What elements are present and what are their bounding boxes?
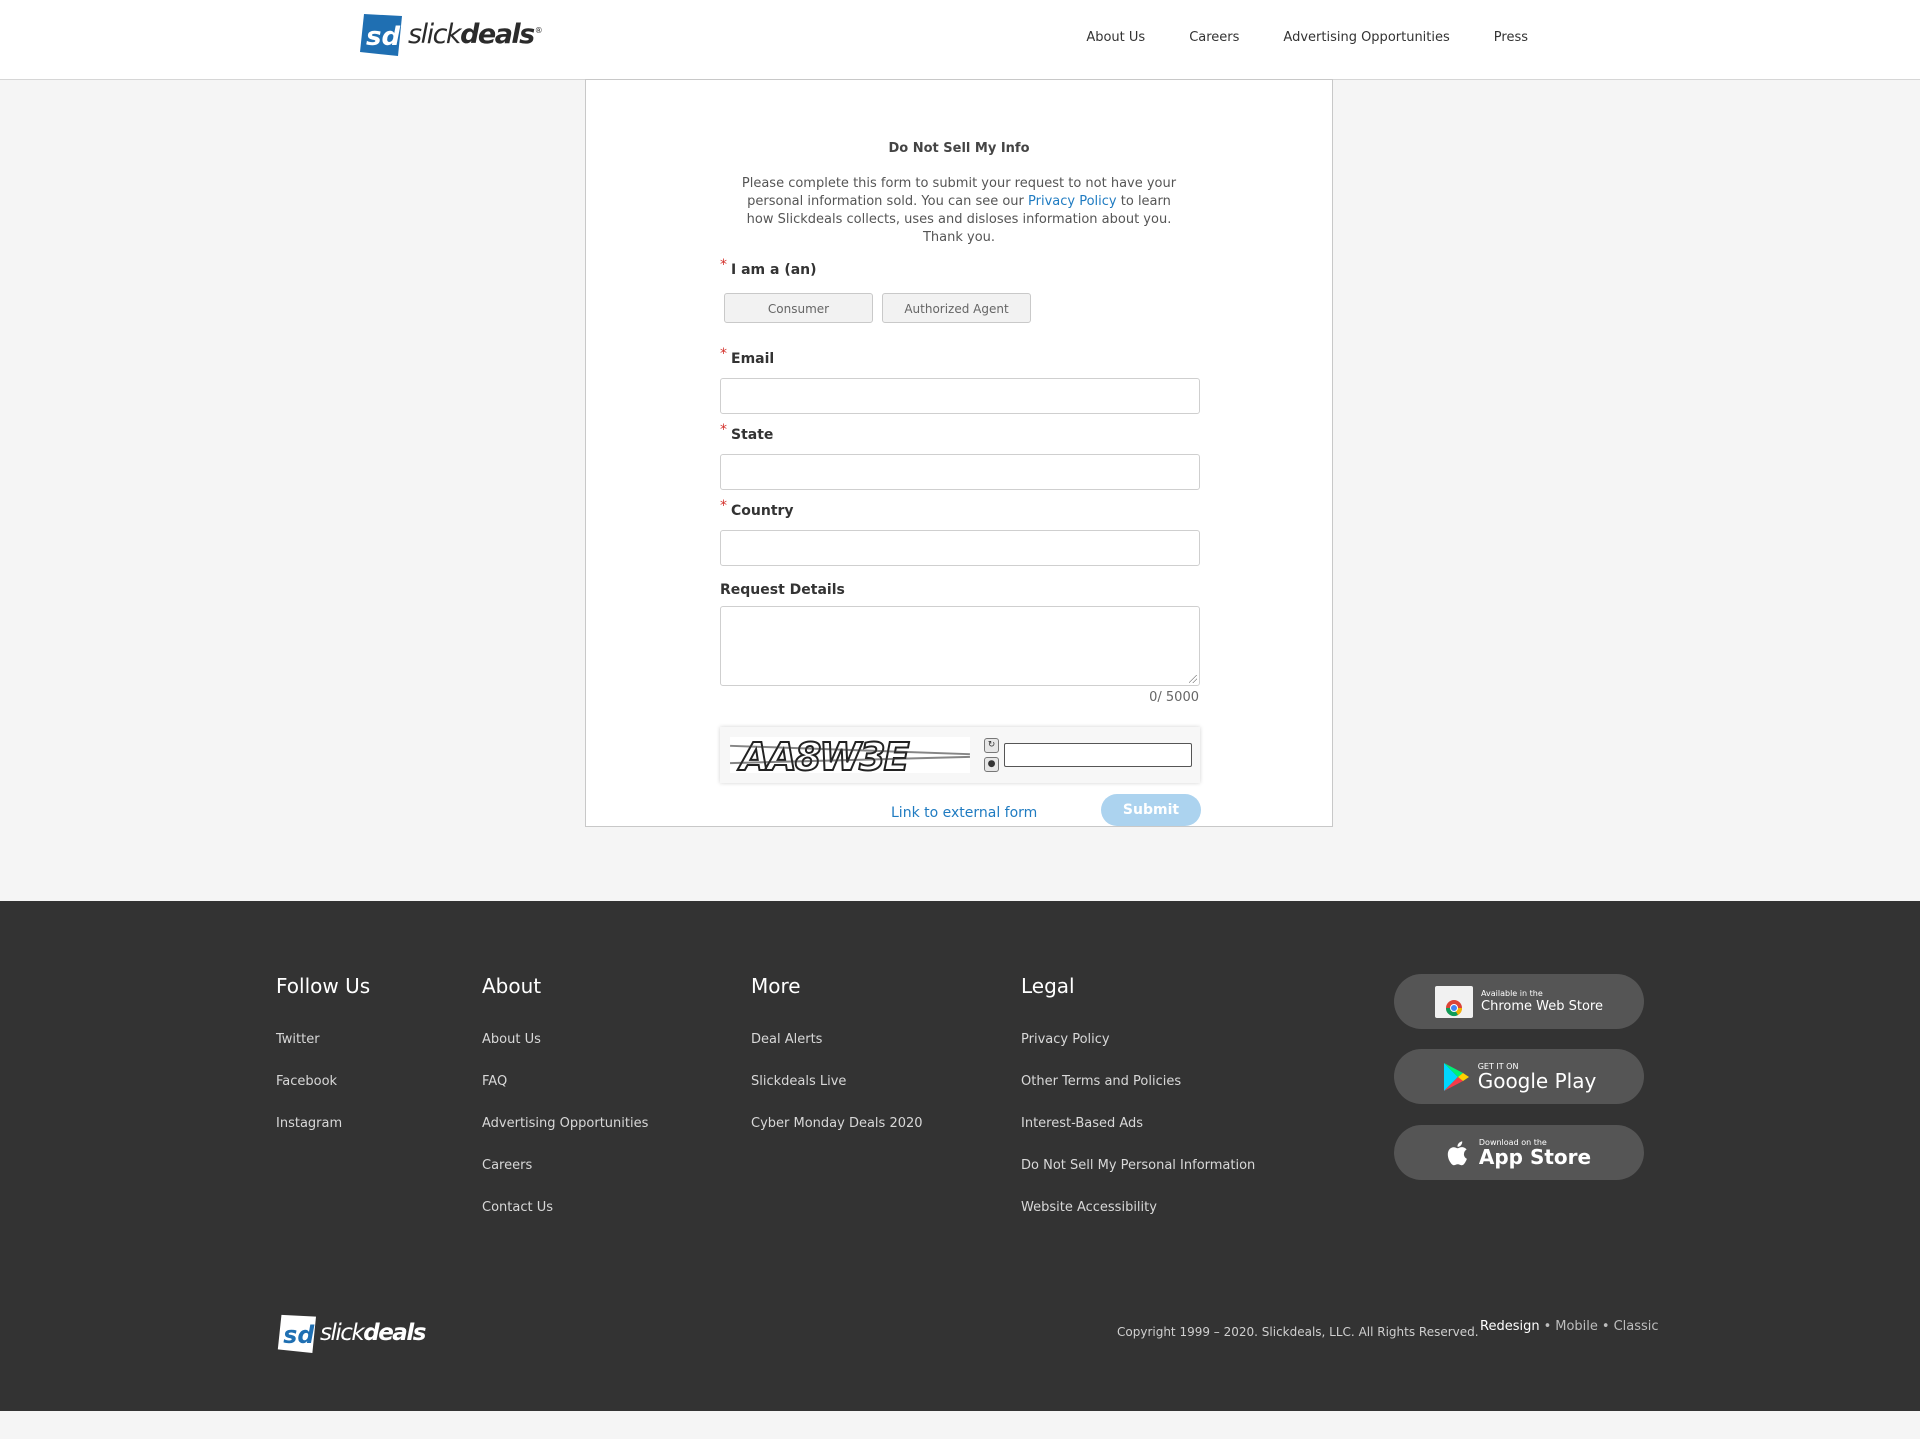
captcha-box: AA8W3E ↻ ● (720, 727, 1200, 783)
slickdeals-logo[interactable]: sd slickdeals® (358, 12, 543, 56)
footer-logo-wordmark: slickdeals (320, 1320, 426, 1346)
view-classic[interactable]: Classic (1614, 1319, 1659, 1334)
captcha-audio-icon[interactable]: ● (984, 757, 999, 772)
state-input[interactable] (720, 454, 1200, 490)
footer-link-slickdeals-live[interactable]: Slickdeals Live (751, 1074, 923, 1116)
request-details-textarea[interactable] (720, 606, 1200, 686)
footer-heading: Follow Us (276, 974, 371, 998)
top-header: sd slickdeals® About Us Careers Advertis… (0, 0, 1920, 80)
form-title: Do Not Sell My Info (888, 141, 1030, 156)
google-play-button[interactable]: GET IT ON Google Play (1394, 1049, 1644, 1104)
footer-column-about: About About Us FAQ Advertising Opportuni… (482, 974, 648, 1242)
footer-column-legal: Legal Privacy Policy Other Terms and Pol… (1021, 974, 1255, 1242)
nav-press[interactable]: Press (1494, 30, 1528, 45)
footer-link-contact-us[interactable]: Contact Us (482, 1200, 648, 1242)
top-nav: About Us Careers Advertising Opportuniti… (1086, 30, 1528, 45)
footer-link-twitter[interactable]: Twitter (276, 1032, 370, 1074)
privacy-policy-link[interactable]: Privacy Policy (1028, 194, 1117, 209)
view-mobile[interactable]: Mobile (1555, 1319, 1598, 1334)
view-switcher: Redesign • Mobile • Classic (1480, 1319, 1659, 1334)
chrome-icon (1435, 985, 1474, 1018)
footer-link-cyber-monday[interactable]: Cyber Monday Deals 2020 (751, 1116, 923, 1158)
iam-label: * I am a (an) (720, 257, 817, 278)
footer-link-instagram[interactable]: Instagram (276, 1116, 370, 1158)
form-intro: Please complete this form to submit your… (741, 176, 1177, 245)
footer-link-accessibility[interactable]: Website Accessibility (1021, 1200, 1255, 1242)
view-redesign[interactable]: Redesign (1480, 1319, 1540, 1334)
footer-link-facebook[interactable]: Facebook (276, 1074, 370, 1116)
footer-column-follow-us: Follow Us Twitter Facebook Instagram (276, 974, 370, 1158)
svg-text:sd: sd (283, 1321, 315, 1349)
svg-text:sd: sd (366, 22, 400, 52)
footer-heading: Legal (1021, 974, 1075, 998)
apple-icon (1447, 1140, 1467, 1165)
footer-link-advertising[interactable]: Advertising Opportunities (482, 1116, 648, 1158)
footer-link-privacy-policy[interactable]: Privacy Policy (1021, 1032, 1255, 1074)
copyright-text: Copyright 1999 – 2020. Slickdeals, LLC. … (1117, 1325, 1479, 1339)
captcha-image: AA8W3E (730, 737, 970, 773)
app-store-button[interactable]: Download on the App Store (1394, 1125, 1644, 1180)
nav-advertising[interactable]: Advertising Opportunities (1283, 30, 1449, 45)
request-details-label: Request Details (720, 582, 845, 598)
footer-link-faq[interactable]: FAQ (482, 1074, 648, 1116)
footer-link-other-terms[interactable]: Other Terms and Policies (1021, 1074, 1255, 1116)
footer-link-careers[interactable]: Careers (482, 1158, 648, 1200)
char-counter: 0/ 5000 (1149, 690, 1199, 705)
state-label: * State (720, 422, 774, 443)
footer-link-interest-based-ads[interactable]: Interest-Based Ads (1021, 1116, 1255, 1158)
option-consumer[interactable]: Consumer (724, 293, 873, 323)
footer-heading: About (482, 974, 542, 998)
nav-about-us[interactable]: About Us (1086, 30, 1145, 45)
footer-logo[interactable]: sd slickdeals (276, 1313, 426, 1353)
footer-link-about-us[interactable]: About Us (482, 1032, 648, 1074)
sd-logo-icon: sd (360, 14, 402, 56)
country-label: * Country (720, 498, 794, 519)
site-footer: Follow Us Twitter Facebook Instagram Abo… (0, 901, 1920, 1411)
logo-wordmark: slickdeals® (408, 18, 543, 50)
sd-logo-icon: sd (277, 1314, 316, 1353)
option-authorized-agent[interactable]: Authorized Agent (882, 293, 1031, 323)
external-form-link[interactable]: Link to external form (891, 805, 1037, 821)
footer-link-do-not-sell[interactable]: Do Not Sell My Personal Information (1021, 1158, 1255, 1200)
nav-careers[interactable]: Careers (1189, 30, 1239, 45)
do-not-sell-form-card: Do Not Sell My Info Please complete this… (585, 79, 1333, 827)
footer-column-more: More Deal Alerts Slickdeals Live Cyber M… (751, 974, 923, 1158)
footer-link-deal-alerts[interactable]: Deal Alerts (751, 1032, 923, 1074)
email-label: * Email (720, 346, 775, 367)
country-input[interactable] (720, 530, 1200, 566)
footer-heading: More (751, 974, 801, 998)
email-input[interactable] (720, 378, 1200, 414)
captcha-input[interactable] (1004, 743, 1192, 767)
chrome-web-store-button[interactable]: Available in the Chrome Web Store (1394, 974, 1644, 1029)
captcha-refresh-icon[interactable]: ↻ (984, 738, 999, 753)
google-play-icon (1443, 1062, 1469, 1091)
submit-button[interactable]: Submit (1101, 794, 1201, 826)
